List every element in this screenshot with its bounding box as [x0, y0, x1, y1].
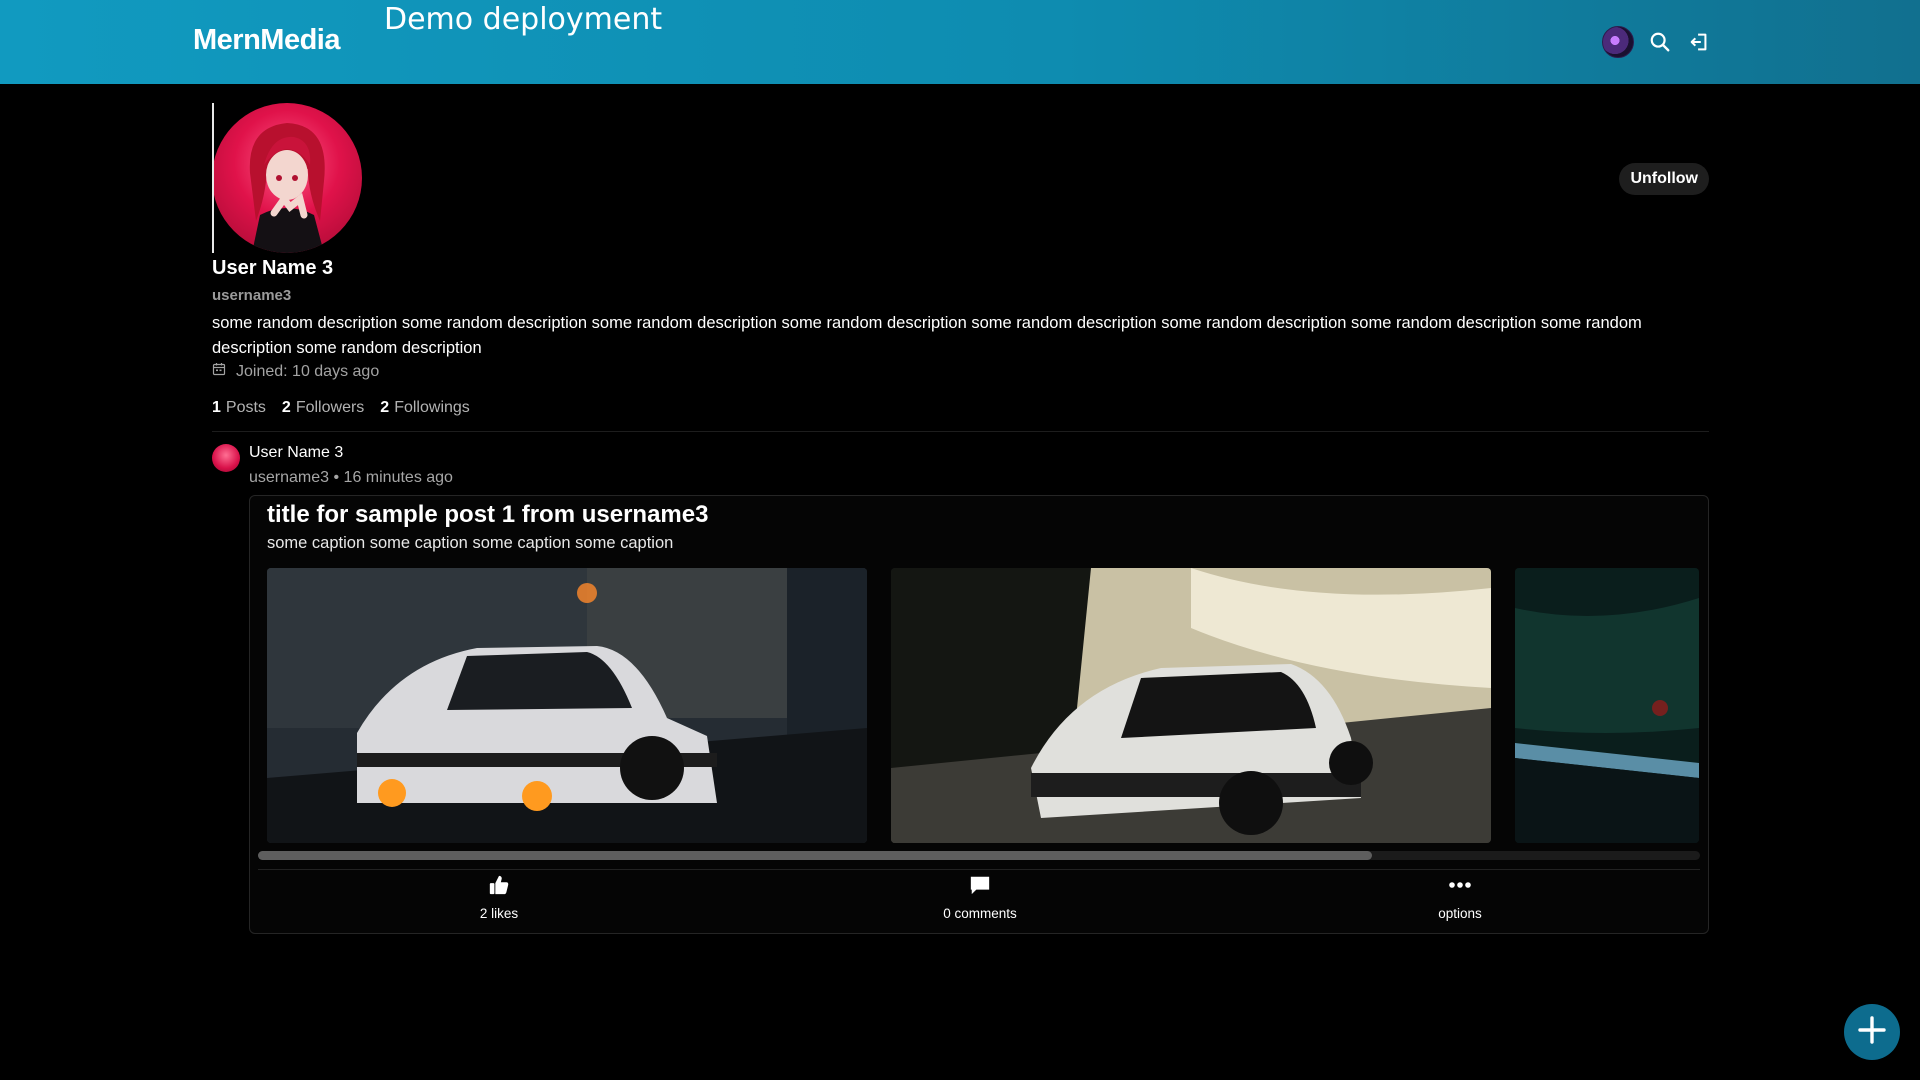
gallery-scrollbar[interactable] [258, 851, 1700, 860]
post-image[interactable] [891, 568, 1491, 843]
comments-count: 0 comments [943, 906, 1017, 921]
create-post-button[interactable] [1844, 1004, 1900, 1060]
post-image[interactable] [267, 568, 867, 843]
plus-icon [1857, 1015, 1887, 1050]
more-horizontal-icon [1447, 874, 1473, 901]
comment-icon [969, 874, 991, 901]
options-button[interactable]: options [1380, 874, 1540, 921]
like-button[interactable]: 2 likes [419, 874, 579, 921]
stat-followers[interactable]: 2 Followers [282, 399, 364, 417]
thumbs-up-icon [488, 874, 510, 901]
gallery-scrollbar-thumb[interactable] [258, 851, 1372, 860]
post-image[interactable] [1515, 568, 1699, 843]
post-author: User Name 3 username3 • 16 minutes ago [212, 443, 453, 488]
stat-followings[interactable]: 2 Followings [380, 399, 470, 417]
comments-button[interactable]: 0 comments [900, 874, 1060, 921]
likes-count: 2 likes [479, 906, 519, 921]
options-label: options [1438, 906, 1482, 921]
demo-banner: Demo deployment [384, 2, 663, 37]
avatar-divider [212, 103, 214, 253]
post-time: 16 minutes ago [343, 469, 453, 486]
top-navbar: MernMedia Demo deployment [0, 0, 1920, 84]
profile-section: Unfollow User Name 3 username3 some rand… [212, 103, 1709, 432]
user-avatar[interactable] [1602, 26, 1634, 58]
dot-separator: • [333, 469, 344, 486]
post-author-avatar[interactable] [212, 444, 240, 472]
profile-stats: 1 Posts 2 Followers 2 Followings [212, 399, 1709, 417]
post-actions: 2 likes 0 comments options [250, 874, 1710, 934]
card-divider [258, 869, 1700, 870]
calendar-icon [212, 362, 226, 381]
post-card: title for sample post 1 from username3 s… [249, 495, 1709, 934]
stat-posts[interactable]: 1 Posts [212, 399, 266, 417]
nav-actions [1602, 26, 1712, 58]
profile-bio: some random description some random desc… [212, 314, 1642, 357]
post-caption: some caption some caption some caption s… [267, 534, 674, 552]
post-image-gallery[interactable] [267, 568, 1699, 843]
profile-avatar-container [212, 103, 362, 253]
search-icon[interactable] [1647, 29, 1673, 55]
section-divider [212, 431, 1709, 432]
profile-username: username3 [212, 287, 292, 304]
brand-logo[interactable]: MernMedia [193, 24, 340, 57]
post-author-name[interactable]: User Name 3 [249, 443, 453, 463]
post-author-handle: username3 [249, 469, 330, 486]
unfollow-button[interactable]: Unfollow [1619, 163, 1709, 195]
profile-display-name: User Name 3 [212, 257, 334, 279]
profile-joined: Joined: 10 days ago [212, 362, 1709, 381]
joined-text: Joined: 10 days ago [236, 362, 380, 380]
logout-icon[interactable] [1686, 29, 1712, 55]
profile-avatar [212, 103, 362, 253]
post-author-meta: username3 • 16 minutes ago [249, 468, 453, 488]
post-title: title for sample post 1 from username3 [267, 501, 709, 528]
